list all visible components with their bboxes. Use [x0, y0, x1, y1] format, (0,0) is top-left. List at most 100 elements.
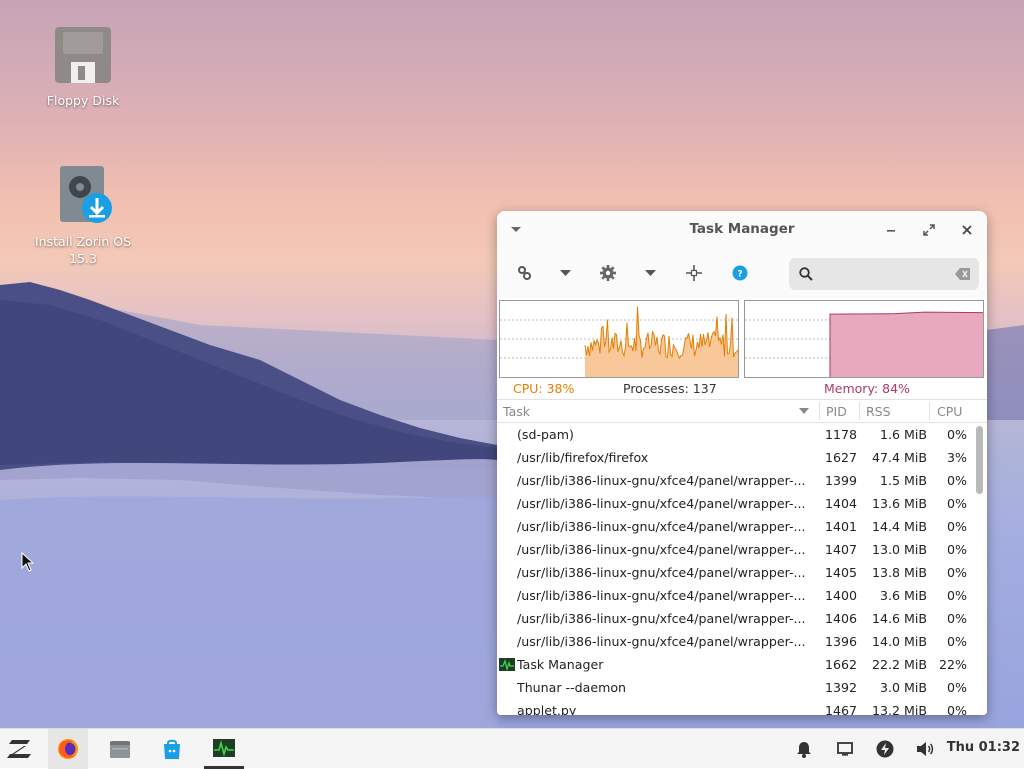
power-icon[interactable] [875, 739, 895, 759]
cell-pid: 1405 [824, 565, 857, 580]
column-header-task[interactable]: Task [503, 404, 530, 419]
settings-button[interactable] [596, 261, 620, 285]
cell-pid: 1406 [824, 611, 857, 626]
table-body[interactable]: (sd-pam) 1178 1.6 MiB 0% /usr/lib/firefox/fi… [497, 423, 975, 715]
chevron-down-icon [644, 269, 656, 276]
cell-rss: 13.0 MiB [871, 542, 927, 557]
clock[interactable]: Thu 01:32 [947, 740, 1020, 755]
table-row[interactable]: /usr/lib/i386-linux-gnu/xfce4/panel/wrap… [497, 538, 975, 561]
cell-pid: 1662 [824, 657, 857, 672]
cell-pid: 1467 [824, 703, 857, 715]
zorin-menu-button[interactable] [0, 729, 40, 769]
sort-descending-icon[interactable] [799, 408, 809, 415]
cell-rss: 1.5 MiB [879, 473, 927, 488]
cell-pid: 1404 [824, 496, 857, 511]
cell-pid: 1627 [824, 450, 857, 465]
process-table[interactable]: Task PID RSS CPU (sd-pam) 1178 1.6 MiB 0% /u… [497, 399, 987, 715]
window-titlebar[interactable]: Task Manager [497, 211, 987, 248]
cell-rss: 1.6 MiB [879, 427, 927, 442]
cell-rss: 13.2 MiB [871, 703, 927, 715]
close-button[interactable] [957, 220, 977, 240]
taskbar-files[interactable] [100, 729, 140, 769]
cell-cpu: 0% [947, 611, 967, 626]
maximize-button[interactable] [919, 220, 939, 240]
search-input[interactable] [821, 264, 945, 286]
cell-cpu: 0% [947, 473, 967, 488]
desktop-icon-label: Install Zorin OS 15.3 [34, 234, 132, 266]
cell-task: /usr/lib/firefox/firefox [517, 450, 649, 465]
process-options-dropdown[interactable] [553, 261, 577, 285]
task-manager-icon [499, 658, 515, 671]
cell-task: /usr/lib/i386-linux-gnu/xfce4/panel/wrap… [517, 519, 806, 534]
table-row[interactable]: applet.py 1467 13.2 MiB 0% [497, 699, 975, 715]
firefox-icon [58, 739, 78, 759]
minimize-button[interactable] [881, 220, 901, 240]
crosshair-icon [686, 265, 702, 281]
cell-task: /usr/lib/i386-linux-gnu/xfce4/panel/wrap… [517, 496, 806, 511]
install-disk-icon [28, 165, 138, 229]
help-icon: ? [732, 265, 748, 281]
process-count-label: Processes: 137 [623, 381, 717, 396]
search-icon [799, 267, 813, 281]
taskbar-task-manager[interactable] [204, 729, 244, 769]
notification-bell-icon[interactable] [794, 739, 814, 759]
cell-rss: 47.4 MiB [871, 450, 927, 465]
column-header-rss[interactable]: RSS [866, 404, 891, 419]
minimize-icon [887, 230, 895, 232]
cell-rss: 13.6 MiB [871, 496, 927, 511]
zorin-menu-icon [7, 740, 31, 758]
cell-rss: 3.0 MiB [879, 680, 927, 695]
table-header: Task PID RSS CPU [497, 399, 987, 423]
table-row[interactable]: /usr/lib/i386-linux-gnu/xfce4/panel/wrap… [497, 630, 975, 653]
column-header-pid[interactable]: PID [826, 404, 847, 419]
table-row[interactable]: /usr/lib/firefox/firefox 1627 47.4 MiB 3% [497, 446, 975, 469]
window-title: Task Manager [689, 221, 795, 237]
memory-history-graph [744, 300, 984, 378]
table-row[interactable]: /usr/lib/i386-linux-gnu/xfce4/panel/wrap… [497, 561, 975, 584]
maximize-icon [923, 224, 935, 236]
taskbar-firefox[interactable] [48, 729, 88, 769]
memory-usage-label: Memory: 84% [824, 381, 910, 396]
display-icon[interactable] [835, 739, 855, 759]
desktop-icon-install-zorin[interactable]: Install Zorin OS 15.3 [28, 165, 138, 267]
column-header-cpu[interactable]: CPU [937, 404, 962, 419]
table-row[interactable]: /usr/lib/i386-linux-gnu/xfce4/panel/wrap… [497, 584, 975, 607]
cell-cpu: 0% [947, 427, 967, 442]
help-button[interactable]: ? [728, 261, 752, 285]
gears-icon [518, 266, 531, 280]
table-row[interactable]: /usr/lib/i386-linux-gnu/xfce4/panel/wrap… [497, 469, 975, 492]
clear-search-icon[interactable] [955, 268, 971, 280]
table-row[interactable]: /usr/lib/i386-linux-gnu/xfce4/panel/wrap… [497, 492, 975, 515]
cell-cpu: 22% [939, 657, 967, 672]
table-row[interactable]: /usr/lib/i386-linux-gnu/xfce4/panel/wrap… [497, 515, 975, 538]
cell-cpu: 0% [947, 496, 967, 511]
cell-rss: 22.2 MiB [871, 657, 927, 672]
chevron-down-icon [559, 269, 571, 276]
table-row[interactable]: Task Manager 1662 22.2 MiB 22% [497, 653, 975, 676]
cell-cpu: 0% [947, 634, 967, 649]
table-row[interactable]: Thunar --daemon 1392 3.0 MiB 0% [497, 676, 975, 699]
process-options-button[interactable] [512, 261, 536, 285]
memory-usage-area [830, 312, 983, 377]
desktop-icon-label: Floppy Disk [46, 93, 120, 108]
cell-pid: 1396 [824, 634, 857, 649]
cell-rss: 13.8 MiB [871, 565, 927, 580]
cell-pid: 1401 [824, 519, 857, 534]
task-manager-window[interactable]: Task Manager ? CPU: 38% Processes: 137 M… [497, 211, 987, 715]
table-scrollbar[interactable] [976, 426, 983, 494]
monitor-graphs [497, 299, 987, 379]
cell-pid: 1400 [824, 588, 857, 603]
cell-task: Task Manager [517, 657, 604, 672]
cell-pid: 1178 [824, 427, 857, 442]
taskbar: Thu 01:32 [0, 728, 1024, 769]
cell-task: /usr/lib/i386-linux-gnu/xfce4/panel/wrap… [517, 565, 806, 580]
cell-cpu: 0% [947, 519, 967, 534]
identify-window-button[interactable] [682, 261, 706, 285]
settings-dropdown[interactable] [638, 261, 662, 285]
table-row[interactable]: /usr/lib/i386-linux-gnu/xfce4/panel/wrap… [497, 607, 975, 630]
volume-icon[interactable] [915, 739, 935, 759]
desktop-icon-floppy-disk[interactable]: Floppy Disk [28, 26, 138, 109]
search-box[interactable] [789, 258, 979, 290]
table-row[interactable]: (sd-pam) 1178 1.6 MiB 0% [497, 423, 975, 446]
taskbar-software-store[interactable] [152, 729, 192, 769]
